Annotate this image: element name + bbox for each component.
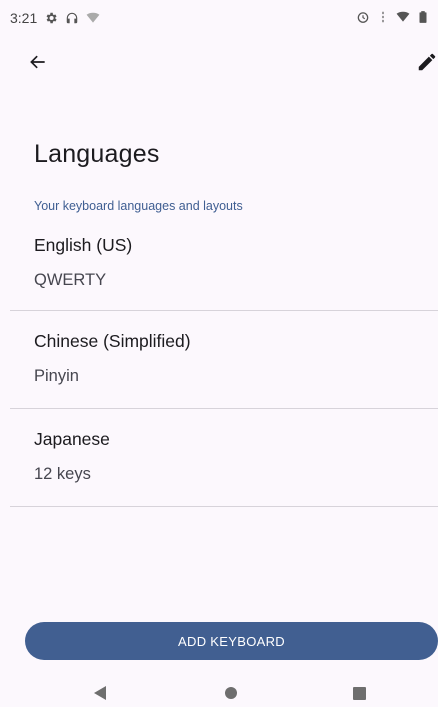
language-name: Japanese bbox=[34, 429, 110, 449]
language-name: English (US) bbox=[34, 235, 133, 255]
list-item[interactable]: English (US) QWERTY bbox=[10, 215, 438, 311]
nav-recents-icon[interactable] bbox=[353, 687, 366, 700]
status-right bbox=[356, 10, 430, 24]
language-layout: Pinyin bbox=[34, 367, 79, 385]
headphones-icon bbox=[65, 11, 79, 25]
battery-icon bbox=[416, 10, 430, 24]
page-title: Languages bbox=[34, 140, 160, 168]
status-bar: 3:21 bbox=[0, 0, 438, 36]
language-list: English (US) QWERTY Chinese (Simplified)… bbox=[10, 215, 438, 507]
arrow-left-icon bbox=[28, 52, 48, 77]
list-item[interactable]: Chinese (Simplified) Pinyin bbox=[10, 311, 438, 409]
navigation-bar bbox=[0, 672, 438, 707]
nav-home-icon[interactable] bbox=[225, 687, 237, 699]
signal-icon bbox=[396, 10, 410, 24]
language-layout: 12 keys bbox=[34, 465, 91, 483]
back-button[interactable] bbox=[22, 48, 54, 80]
pencil-icon bbox=[416, 51, 438, 78]
wifi-icon bbox=[86, 11, 100, 25]
language-name: Chinese (Simplified) bbox=[34, 331, 191, 351]
status-left: 3:21 bbox=[10, 10, 100, 26]
languages-screen: 3:21 Languages Your keyboard languages a… bbox=[0, 0, 438, 707]
list-item[interactable]: Japanese 12 keys bbox=[10, 409, 438, 507]
status-time: 3:21 bbox=[10, 10, 38, 26]
alarm-icon bbox=[356, 10, 370, 24]
gear-icon bbox=[44, 11, 58, 25]
nav-back-icon[interactable] bbox=[94, 686, 106, 700]
section-header: Your keyboard languages and layouts bbox=[34, 199, 243, 213]
add-keyboard-button[interactable]: ADD KEYBOARD bbox=[25, 622, 438, 660]
edit-button[interactable] bbox=[412, 48, 438, 80]
vpn-key-icon bbox=[376, 10, 390, 24]
language-layout: QWERTY bbox=[34, 271, 107, 289]
